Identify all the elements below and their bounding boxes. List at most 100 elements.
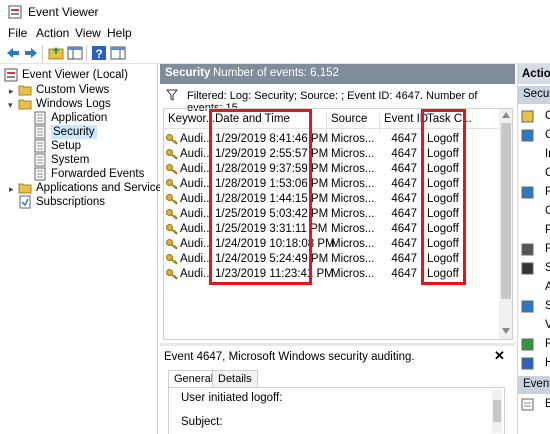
back-arrow-icon[interactable]	[4, 44, 22, 62]
menu-help[interactable]: Help	[107, 26, 132, 40]
action-icon	[521, 243, 534, 256]
title-bar: Event Viewer	[0, 0, 550, 24]
action-icon	[521, 319, 534, 332]
log-icon	[34, 111, 46, 125]
tree-item-label: Windows Logs	[36, 98, 111, 110]
action-label: Ev	[545, 398, 550, 410]
filter-icon	[166, 89, 178, 101]
log-header-bar: Security Number of events: 6,152	[160, 64, 515, 84]
tree-item-label: Subscriptions	[36, 196, 106, 208]
cell-event-id: 4647	[391, 223, 417, 235]
chevron-right-icon[interactable]: ▸	[9, 86, 14, 97]
help-icon[interactable]: ?	[90, 44, 108, 62]
log-name: Security	[165, 67, 211, 79]
event-count: Number of events: 6,152	[213, 67, 339, 79]
svg-text:?: ?	[95, 47, 102, 61]
cell-source: Micros...	[331, 133, 375, 145]
tree-item-label: Forwarded Events	[51, 168, 145, 180]
action-label: H	[545, 357, 550, 369]
toolbar: ?	[0, 42, 550, 64]
action-icon	[521, 148, 534, 161]
cell-event-id: 4647	[391, 148, 417, 160]
cell-source: Micros...	[331, 268, 375, 280]
action-icon	[521, 224, 534, 237]
actions-header-label: Action	[522, 68, 550, 80]
menu-action[interactable]: Action	[36, 26, 69, 40]
subscriptions-icon	[19, 195, 31, 209]
event-detail-title: Event 4647, Microsoft Windows security a…	[164, 351, 415, 363]
key-icon	[166, 254, 178, 265]
event-detail-pane: Event 4647, Microsoft Windows security a…	[160, 346, 515, 434]
show-action-pane-icon[interactable]	[109, 44, 127, 62]
description-scrollbar[interactable]	[492, 390, 502, 433]
description-line: User initiated logoff:	[181, 392, 283, 404]
action-label: C	[545, 205, 550, 217]
cell-event-id: 4647	[391, 208, 417, 220]
scroll-thumb[interactable]	[493, 400, 501, 422]
actions-pane: Action Securi OCInCFiCPrFiSaASaViReH Eve…	[517, 64, 550, 434]
key-icon	[166, 224, 178, 235]
cell-keyword: Audi...	[180, 223, 213, 235]
action-icon	[521, 167, 534, 180]
action-icon	[521, 300, 534, 313]
folder-up-icon[interactable]	[47, 44, 65, 62]
tree-item-label: Security	[51, 125, 97, 139]
event-viewer-icon	[8, 5, 22, 19]
key-icon	[166, 179, 178, 190]
action-label: Fi	[545, 186, 550, 198]
event-properties-icon	[521, 398, 534, 411]
center-pane: Security Number of events: 6,152 Filtere…	[160, 64, 515, 434]
key-icon	[166, 194, 178, 205]
log-icon	[34, 125, 46, 139]
cell-event-id: 4647	[391, 178, 417, 190]
action-icon	[521, 110, 534, 123]
window-title: Event Viewer	[28, 5, 99, 19]
cell-event-id: 4647	[391, 133, 417, 145]
chevron-right-icon[interactable]: ▸	[9, 184, 14, 195]
action-label: O	[545, 110, 550, 122]
actions-section-label: Securi	[523, 88, 550, 100]
col-source[interactable]: Source	[331, 113, 367, 125]
scroll-thumb[interactable]	[501, 123, 511, 299]
cell-keyword: Audi...	[180, 268, 213, 280]
event-viewer-icon	[4, 68, 18, 82]
tab-details[interactable]: Details	[212, 370, 258, 388]
event-description-box: User initiated logoff: Subject:	[168, 387, 505, 434]
key-icon	[166, 134, 178, 145]
cell-keyword: Audi...	[180, 148, 213, 160]
cell-keyword: Audi...	[180, 163, 213, 175]
menu-view[interactable]: View	[75, 26, 101, 40]
tree-item-label: Application	[51, 112, 108, 124]
action-icon	[521, 281, 534, 294]
key-icon	[166, 269, 178, 280]
cell-source: Micros...	[331, 208, 375, 220]
scroll-down-icon[interactable]	[502, 328, 510, 334]
action-label: In	[545, 148, 550, 160]
forward-arrow-icon[interactable]	[22, 44, 40, 62]
cell-source: Micros...	[331, 253, 375, 265]
scroll-up-icon[interactable]	[502, 112, 510, 118]
cell-source: Micros...	[331, 163, 375, 175]
console-tree-icon[interactable]	[66, 44, 84, 62]
tree-item-label: Setup	[51, 140, 82, 152]
menu-file[interactable]: File	[8, 26, 27, 40]
cell-source: Micros...	[331, 223, 375, 235]
menu-bar: File Action View Help	[0, 24, 550, 42]
action-label: A	[545, 281, 550, 293]
folder-icon	[18, 99, 32, 110]
cell-event-id: 4647	[391, 268, 417, 280]
grid-scrollbar[interactable]	[499, 109, 512, 339]
key-icon	[166, 239, 178, 250]
close-icon[interactable]: ✕	[494, 348, 505, 364]
cell-keyword: Audi...	[180, 253, 213, 265]
cell-keyword: Audi...	[180, 133, 213, 145]
actions-section-event[interactable]: Event	[518, 376, 550, 394]
folder-icon	[18, 183, 32, 194]
cell-event-id: 4647	[391, 163, 417, 175]
chevron-down-icon[interactable]: ▾	[8, 100, 13, 111]
tree-root-label: Event Viewer (Local)	[22, 69, 128, 81]
actions-section-security[interactable]: Securi	[518, 86, 550, 104]
key-icon	[166, 164, 178, 175]
actions-section-label: Event	[523, 378, 550, 390]
action-label: Vi	[545, 319, 550, 331]
